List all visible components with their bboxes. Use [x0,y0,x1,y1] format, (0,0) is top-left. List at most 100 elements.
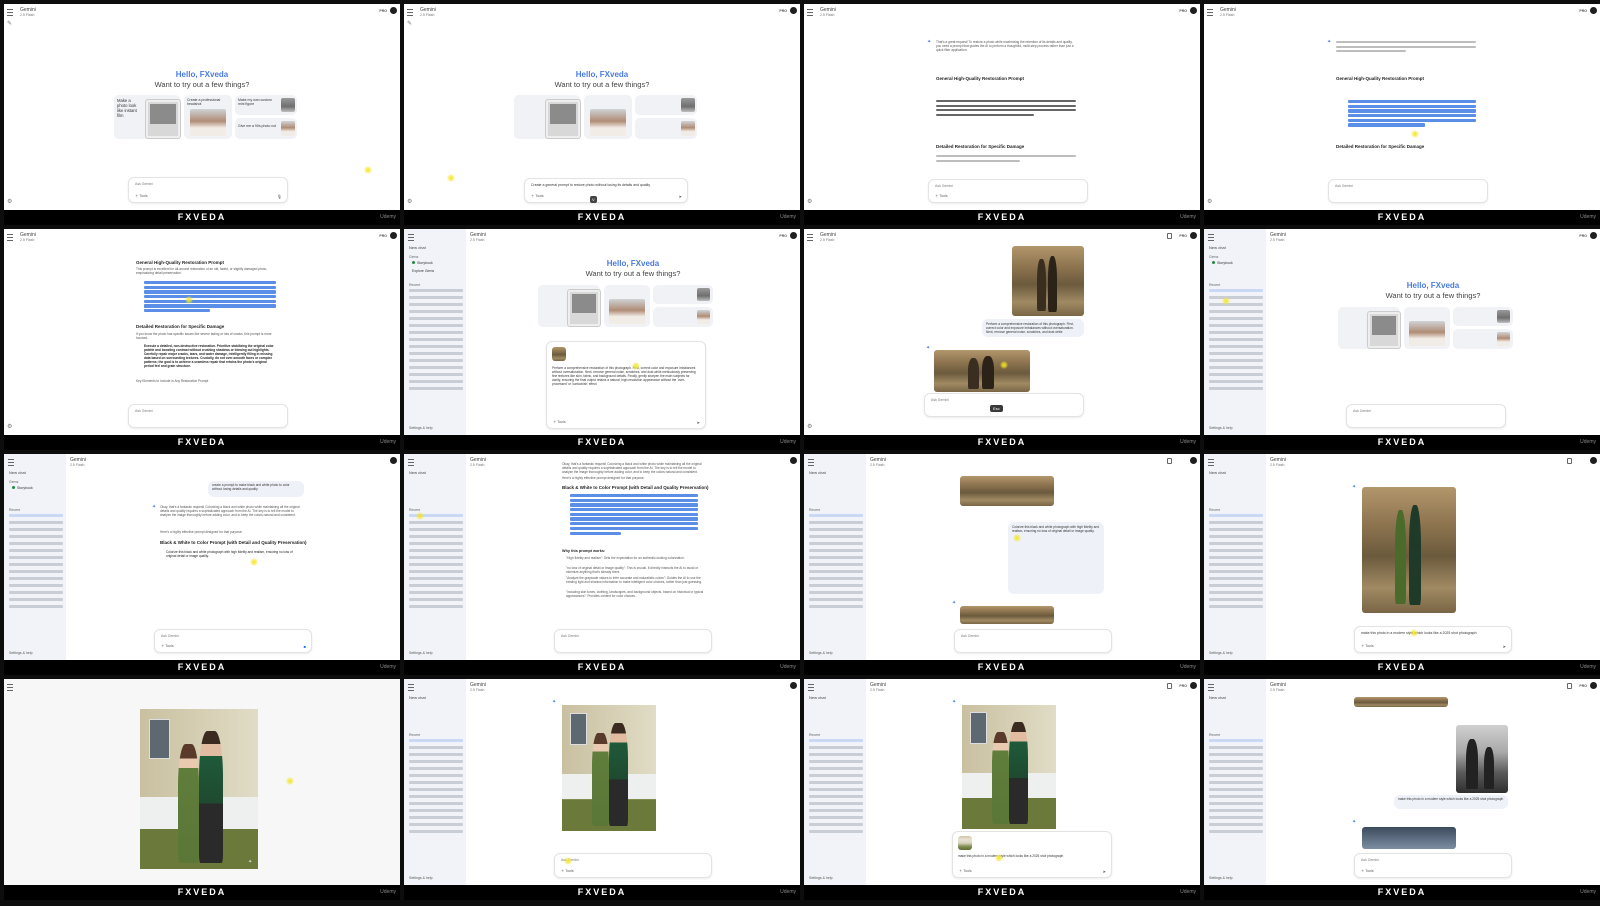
menu-icon[interactable] [8,459,14,466]
selected-prompt[interactable] [144,281,276,314]
model-selector[interactable]: 2.5 Flash [70,463,84,467]
tools-button[interactable]: ＋ Tools [135,194,148,199]
model-selector[interactable]: 2.5 Flash [1220,13,1234,17]
new-chat-button[interactable]: New chat [409,245,426,250]
prompt-input[interactable]: Ask Gemini [1346,404,1506,428]
avatar[interactable] [790,682,797,689]
uploaded-photo[interactable] [960,476,1054,506]
card-instant-film[interactable]: Make a photo look like instant film [114,95,180,139]
prompt-input[interactable]: Ask Gemini ＋ Tools [928,179,1088,203]
selected-prompt[interactable] [570,494,698,536]
settings-link[interactable]: Settings & help [809,876,833,880]
avatar[interactable] [390,232,397,239]
uploaded-bw-photo[interactable] [1456,725,1508,793]
settings-icon[interactable]: ⚙ [807,198,812,205]
prompt-input[interactable]: Ask Gemini [554,629,712,653]
gem-storybook[interactable]: Storybook [412,261,433,265]
settings-link[interactable]: Settings & help [9,651,33,655]
card-headshot[interactable]: Create a professional headshot [184,95,232,139]
gem-storybook[interactable]: Storybook [12,486,33,490]
model-selector[interactable]: 2.5 Flash [870,463,884,467]
prompt-input[interactable]: Ask Gemini ＋ Tools 🎙 [128,177,288,203]
tools-button[interactable]: ＋ Tools [1361,869,1374,874]
avatar[interactable] [1590,7,1597,14]
prompt-input[interactable]: Ask Gemini ＋ Tools [1354,853,1512,878]
new-chat-button[interactable]: New chat [809,695,826,700]
new-chat-button[interactable]: New chat [409,470,426,475]
avatar[interactable] [1590,682,1597,689]
model-selector[interactable]: 2.5 Flash [420,13,434,17]
card-headshot[interactable] [1404,307,1450,349]
prompt-input-expanded[interactable]: Perform a comprehensive restoration of t… [546,341,706,429]
card-headshot[interactable] [604,285,650,327]
card-90s-cut[interactable] [1453,329,1513,349]
model-selector[interactable]: 2.5 Flash [470,238,484,242]
prompt-input[interactable]: Create a general prompt to restore photo… [524,178,688,203]
avatar[interactable] [1590,457,1597,464]
card-instant-film[interactable] [1338,307,1400,349]
settings-icon[interactable]: ⚙ [1207,198,1212,205]
avatar[interactable] [390,7,397,14]
menu-icon[interactable] [808,684,814,691]
settings-icon[interactable]: ⚙ [807,423,812,430]
prompt-input[interactable]: make this photo in a modern style which … [1354,626,1512,653]
menu-icon[interactable] [408,684,414,691]
card-mini-figure[interactable] [635,95,697,115]
back-icon[interactable] [7,684,13,691]
model-selector[interactable]: 2.5 Flash [820,13,834,17]
prompt-input[interactable]: Ask Gemini ＋ Tools ■ [154,629,312,653]
settings-icon[interactable]: ⚙ [7,423,12,430]
menu-icon[interactable] [807,9,813,16]
gem-explore[interactable]: Explore Gems [412,269,434,273]
avatar[interactable] [1190,232,1197,239]
menu-icon[interactable] [807,234,813,241]
settings-link[interactable]: Settings & help [1209,426,1233,430]
tools-button[interactable]: ＋ Tools [959,869,972,874]
menu-icon[interactable] [408,459,414,466]
menu-icon[interactable] [808,459,814,466]
menu-icon[interactable] [408,234,414,241]
colorized-photo[interactable] [1362,487,1456,613]
settings-link[interactable]: Settings & help [809,651,833,655]
settings-link[interactable]: Settings & help [1209,651,1233,655]
prompt-input[interactable]: Ask Gemini ＋ Tools [554,853,712,878]
model-selector[interactable]: 2.5 Flash [470,688,484,692]
card-instant-film[interactable] [514,95,580,139]
menu-icon[interactable] [7,9,13,16]
send-icon[interactable]: ➤ [1103,869,1106,874]
colorized-photo[interactable] [962,705,1056,829]
new-chat-icon[interactable]: ✎ [7,20,12,27]
avatar[interactable] [1190,7,1197,14]
stop-icon[interactable]: ■ [304,644,306,649]
prompt-input[interactable]: Ask Gemini [954,629,1112,653]
colorized-photo-large[interactable] [140,709,258,869]
avatar[interactable] [1190,682,1197,689]
menu-icon[interactable] [407,9,413,16]
selected-prompt[interactable] [1348,100,1476,128]
avatar[interactable] [1190,457,1197,464]
avatar[interactable] [390,457,397,464]
card-90s-cut[interactable] [635,118,697,139]
result-photo[interactable] [934,350,1030,392]
model-selector[interactable]: 2.5 Flash [1270,688,1284,692]
settings-link[interactable]: Settings & help [409,876,433,880]
result-photo[interactable] [960,606,1054,624]
tools-button[interactable]: ＋ Tools [935,194,948,199]
tools-button[interactable]: ＋ Tools [531,194,544,199]
new-chat-button[interactable]: New chat [809,470,826,475]
new-chat-button[interactable]: New chat [1209,695,1226,700]
avatar[interactable] [790,457,797,464]
prompt-input[interactable]: Ask Gemini [924,393,1084,417]
send-icon[interactable]: ➤ [679,194,682,199]
gem-storybook[interactable]: Storybook [1212,261,1233,265]
model-selector[interactable]: 2.5 Flash [820,238,834,242]
card-mini-figure[interactable] [653,285,713,304]
new-chat-icon[interactable]: ✎ [407,20,412,27]
card-headshot[interactable] [584,95,632,139]
settings-icon[interactable]: ⚙ [407,198,412,205]
card-90s-cut[interactable] [653,307,713,327]
prompt-input[interactable]: Ask Gemini [128,404,288,428]
card-mini-figure[interactable]: Make my own custom mini figure [235,95,297,115]
model-selector[interactable]: 2.5 Flash [1270,463,1284,467]
avatar[interactable] [1590,232,1597,239]
